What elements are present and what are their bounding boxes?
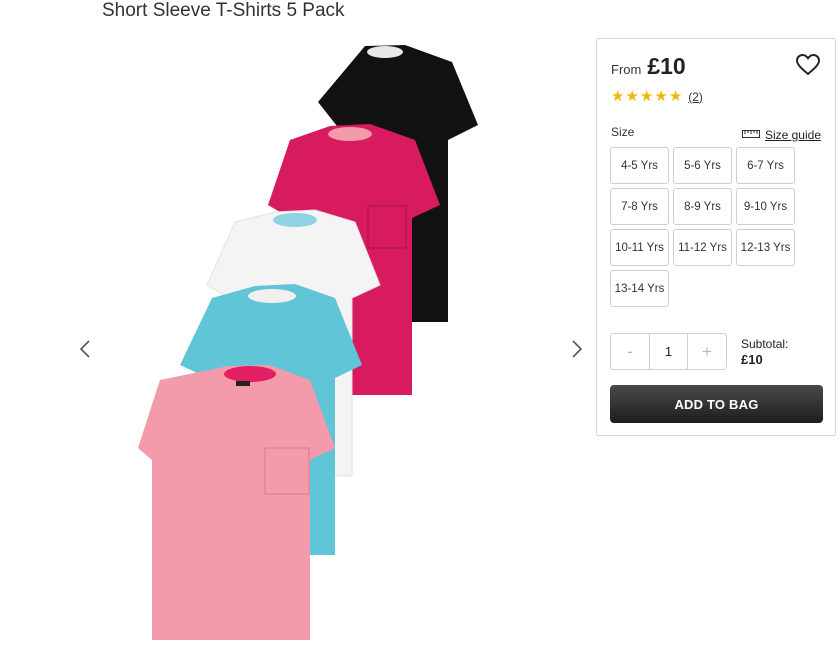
size-option-5-6[interactable]: 5-6 Yrs xyxy=(673,147,732,184)
size-guide-link[interactable]: Size guide xyxy=(741,128,821,142)
previous-image-arrow-icon[interactable] xyxy=(75,337,95,361)
pink-tshirt-image xyxy=(138,365,335,640)
size-option-12-13[interactable]: 12-13 Yrs xyxy=(736,229,795,266)
size-label: Size xyxy=(611,125,635,139)
star-icon: ★ xyxy=(625,88,639,105)
rating: ★ ★ ★ ★ ★ (2) xyxy=(611,89,703,104)
star-icon: ★ xyxy=(654,88,668,105)
size-option-8-9[interactable]: 8-9 Yrs xyxy=(673,188,732,225)
price-row: From £10 xyxy=(611,53,686,80)
size-option-4-5[interactable]: 4-5 Yrs xyxy=(610,147,669,184)
star-icon: ★ xyxy=(639,88,654,105)
add-to-bag-button[interactable]: ADD TO BAG xyxy=(610,385,823,423)
size-option-6-7[interactable]: 6-7 Yrs xyxy=(736,147,795,184)
product-image[interactable] xyxy=(130,40,550,650)
quantity-decrease-button[interactable]: - xyxy=(611,334,649,369)
quantity-stepper: - 1 + xyxy=(610,333,727,370)
size-option-11-12[interactable]: 11-12 Yrs xyxy=(673,229,732,266)
size-option-9-10[interactable]: 9-10 Yrs xyxy=(736,188,795,225)
size-option-10-11[interactable]: 10-11 Yrs xyxy=(610,229,669,266)
subtotal-label: Subtotal: xyxy=(741,337,789,351)
next-image-arrow-icon[interactable] xyxy=(567,337,587,361)
subtotal-value: £10 xyxy=(741,352,763,367)
review-count-link[interactable]: (2) xyxy=(688,90,703,104)
size-options: 4-5 Yrs 5-6 Yrs 6-7 Yrs 7-8 Yrs 8-9 Yrs … xyxy=(610,147,800,307)
star-icon: ★ xyxy=(611,88,625,105)
quantity-increase-button[interactable]: + xyxy=(688,334,726,369)
wishlist-heart-icon[interactable] xyxy=(795,53,821,77)
from-label: From xyxy=(611,62,642,77)
subtotal: Subtotal: £10 xyxy=(741,336,788,368)
purchase-panel: From £10 ★ ★ ★ ★ ★ (2) Size Size guide 4… xyxy=(596,38,836,436)
quantity-input[interactable]: 1 xyxy=(649,334,688,369)
star-icon: ★ xyxy=(668,88,683,105)
price: £10 xyxy=(647,53,686,79)
ruler-icon xyxy=(741,128,760,142)
page-title: Short Sleeve T-Shirts 5 Pack xyxy=(102,0,345,21)
size-option-7-8[interactable]: 7-8 Yrs xyxy=(610,188,669,225)
size-option-13-14[interactable]: 13-14 Yrs xyxy=(610,270,669,307)
size-guide-label: Size guide xyxy=(764,128,821,142)
